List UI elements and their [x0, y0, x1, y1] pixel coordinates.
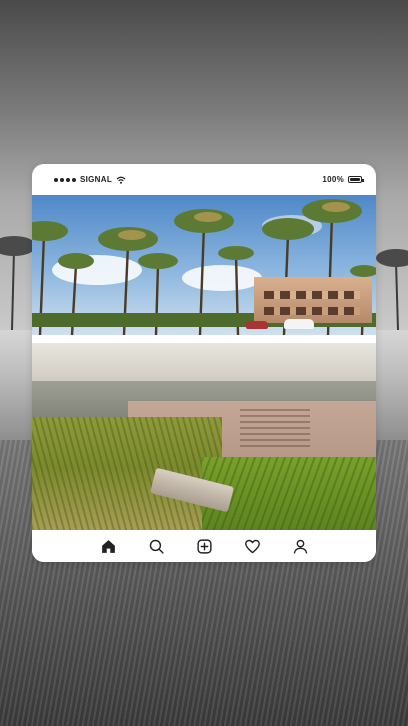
tab-search[interactable] — [145, 535, 167, 557]
status-left: SIGNAL — [54, 175, 126, 184]
photo-wall-inscription — [240, 409, 310, 449]
status-right: 100% — [322, 175, 364, 184]
tab-add-post[interactable] — [193, 535, 215, 557]
search-icon — [149, 539, 164, 554]
photo-wall-top — [32, 343, 376, 383]
phone-frame: SIGNAL 100% — [32, 164, 376, 562]
signal-dots-icon — [54, 177, 76, 182]
tab-home[interactable] — [97, 535, 119, 557]
heart-icon — [244, 539, 260, 553]
post-photo[interactable] — [32, 195, 376, 530]
tab-activity[interactable] — [241, 535, 263, 557]
carrier-label: SIGNAL — [80, 175, 113, 184]
wifi-icon — [116, 176, 126, 184]
photo-building — [254, 277, 372, 323]
status-bar: SIGNAL 100% — [32, 164, 376, 195]
add-post-icon — [196, 538, 212, 554]
battery-percent: 100% — [322, 175, 344, 184]
photo-grass-left — [32, 417, 222, 530]
tab-profile[interactable] — [289, 535, 311, 557]
tab-bar — [32, 530, 376, 562]
home-icon — [101, 539, 115, 553]
battery-icon — [348, 176, 364, 183]
profile-icon — [293, 539, 307, 554]
